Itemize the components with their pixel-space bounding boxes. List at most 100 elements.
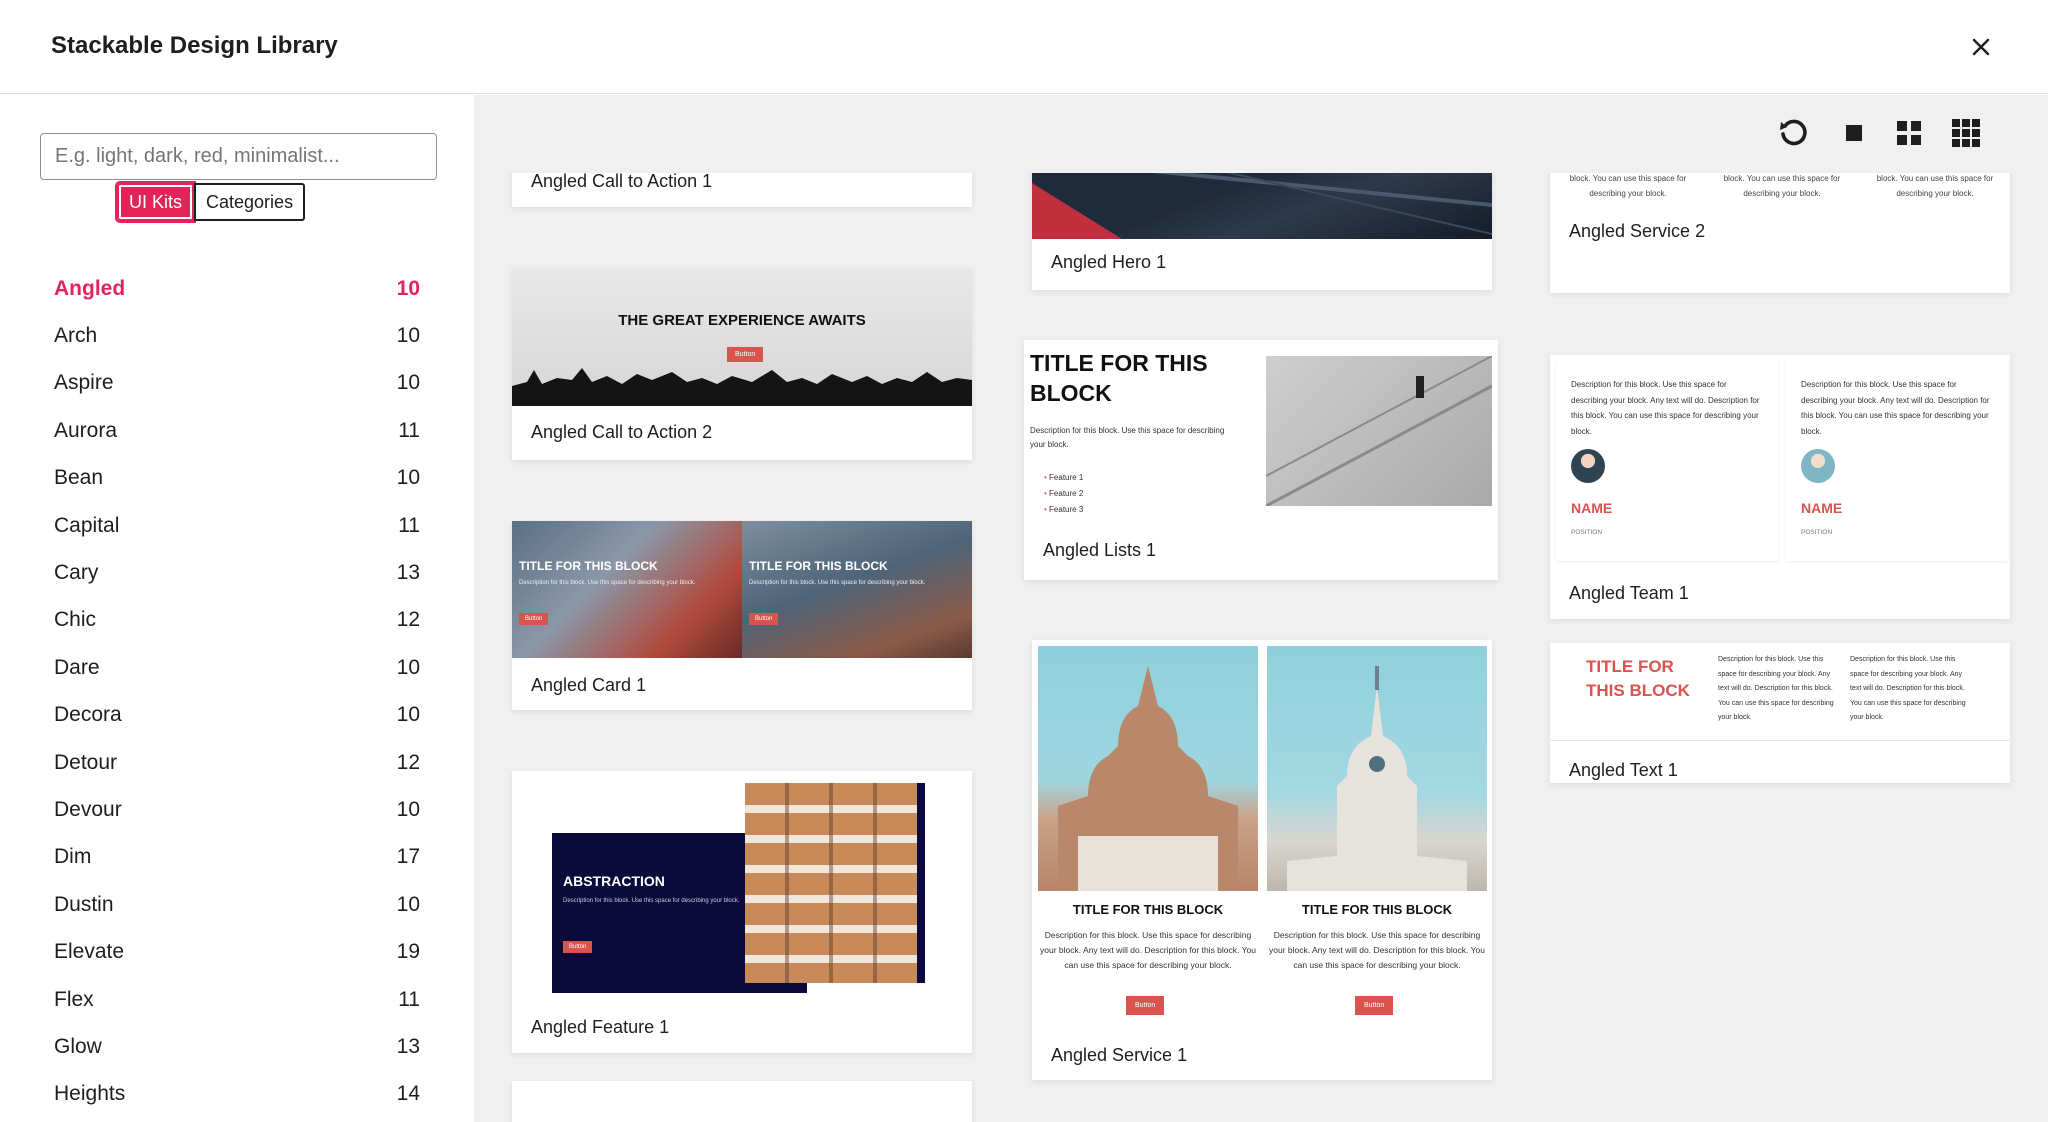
design-card-card1[interactable]: TITLE FOR THIS BLOCK Description for thi… xyxy=(512,521,972,710)
sidebar-item-dim[interactable]: Dim 17 xyxy=(54,834,420,881)
sidebar-item-label: Capital xyxy=(54,513,120,537)
staircase-image xyxy=(1266,356,1492,506)
sidebar-item-flex[interactable]: Flex 11 xyxy=(54,976,420,1023)
design-card-service2[interactable]: block. You can use this space for descri… xyxy=(1550,173,2010,293)
sidebar-item-count: 11 xyxy=(398,418,420,442)
preview-description: Description for this block. Use this spa… xyxy=(1040,930,1256,970)
preview-team-name: NAME xyxy=(1571,500,1613,516)
design-preview: Description for this block. Use this spa… xyxy=(1786,361,2008,561)
sidebar-item-label: Arch xyxy=(54,324,98,348)
sidebar: UI Kits Categories Angled 10 Arch 10 Aspire 1… xyxy=(0,95,474,1122)
single-column-button[interactable] xyxy=(1834,113,1874,153)
modal-header: Stackable Design Library xyxy=(0,0,2048,94)
sidebar-item-count: 10 xyxy=(396,892,420,916)
two-column-button[interactable] xyxy=(1889,113,1929,153)
design-card-team1[interactable]: Description for this block. Use this spa… xyxy=(1550,355,2010,619)
sidebar-item-detour[interactable]: Detour 12 xyxy=(54,739,420,786)
close-button[interactable] xyxy=(1960,26,2002,68)
preview-title: TITLE FOR THIS BLOCK xyxy=(519,559,658,573)
preview-team-position: POSITION xyxy=(1571,529,1603,536)
single-column-icon xyxy=(1846,125,1862,141)
preview-description: block. You can use this space for descri… xyxy=(1723,174,1841,198)
three-column-button[interactable] xyxy=(1946,113,1986,153)
search-input[interactable] xyxy=(40,133,437,180)
palace-image xyxy=(1267,646,1487,891)
design-preview xyxy=(1032,173,1492,239)
design-card-label: Angled Card 1 xyxy=(531,675,647,695)
sidebar-item-count: 10 xyxy=(396,466,420,490)
sidebar-item-count: 10 xyxy=(396,276,420,300)
sidebar-item-heights[interactable]: Heights 14 xyxy=(54,1071,420,1118)
preview-description: Description for this block. Use this spa… xyxy=(519,580,696,586)
avatar xyxy=(1571,449,1605,483)
sidebar-item-decora[interactable]: Decora 10 xyxy=(54,692,420,739)
sidebar-item-devour[interactable]: Devour 10 xyxy=(54,786,420,833)
design-card-label: Angled Service 1 xyxy=(1051,1045,1188,1065)
design-preview: Description for this block. Use this spa… xyxy=(1556,361,1778,561)
categories-toggle-button[interactable]: Categories xyxy=(194,183,306,221)
design-card-feature1[interactable]: ABSTRACTION Description for this block. … xyxy=(512,771,972,1053)
preview-title: TITLE FOR THIS BLOCK xyxy=(749,559,888,573)
preview-title: THE GREAT EXPERIENCE AWAITS xyxy=(618,312,866,329)
design-card-cta1[interactable]: Angled Call to Action 1 xyxy=(512,173,972,207)
refresh-button[interactable] xyxy=(1774,113,1814,153)
modal-title: Stackable Design Library xyxy=(51,32,338,59)
sidebar-item-label: Angled xyxy=(54,276,126,300)
sidebar-item-arch[interactable]: Arch 10 xyxy=(54,312,420,359)
preview-description: block. You can use this space for descri… xyxy=(1876,174,1994,198)
sidebar-item-label: Elevate xyxy=(54,940,125,964)
sidebar-item-elevate[interactable]: Elevate 19 xyxy=(54,928,420,975)
preview-button: Button xyxy=(519,613,549,625)
design-preview: TITLE FOR THIS BLOCK Description for thi… xyxy=(1038,646,1258,1026)
design-card-cta2[interactable]: THE GREAT EXPERIENCE AWAITS Button Angle… xyxy=(512,268,972,460)
ui-kits-toggle-button[interactable]: UI Kits xyxy=(114,181,197,223)
preview-description: Description for this block. Use this spa… xyxy=(563,898,740,904)
design-grid-panel: Angled Call to Action 1 THE GREAT EXPERI… xyxy=(474,95,2048,1122)
design-card-text1[interactable]: TITLE FOR THIS BLOCK Description for thi… xyxy=(1550,643,2010,783)
sidebar-item-capital[interactable]: Capital 11 xyxy=(54,502,420,549)
preview-description: Description for this block. Use this spa… xyxy=(1030,426,1225,449)
preview-description: Description for this block. Use this spa… xyxy=(1269,930,1485,970)
design-card-service1[interactable]: TITLE FOR THIS BLOCK Description for thi… xyxy=(1032,640,1492,1080)
preview-feature-list: • Feature 1 • Feature 2 • Feature 3 xyxy=(1044,470,1083,518)
preview-feature-item: • Feature 3 xyxy=(1044,502,1083,518)
design-card-label: Angled Text 1 xyxy=(1569,760,1678,780)
design-library-modal: Stackable Design Library UI Kits Categor… xyxy=(0,0,2048,1122)
preview-feature-label: Feature 3 xyxy=(1049,505,1084,514)
sidebar-item-count: 17 xyxy=(396,845,420,869)
preview-feature-label: Feature 1 xyxy=(1049,473,1084,482)
preview-description: Description for this block. Use this spa… xyxy=(1801,380,1990,436)
sidebar-item-chic[interactable]: Chic 12 xyxy=(54,597,420,644)
tree-silhouette-image xyxy=(512,368,972,406)
ui-kit-list: Angled 10 Arch 10 Aspire 10 Aurora 11 Bean 10 Capi… xyxy=(54,265,420,1118)
design-card-lists1[interactable]: TITLE FOR THIS BLOCK Description for thi… xyxy=(1024,340,1498,580)
cathedral-image xyxy=(1038,646,1258,891)
design-preview: TITLE FOR THIS BLOCK Description for thi… xyxy=(1550,643,2010,741)
sidebar-item-cary[interactable]: Cary 13 xyxy=(54,549,420,596)
preview-title: TITLE FOR THIS BLOCK xyxy=(1030,350,1208,406)
close-icon xyxy=(1972,38,1990,56)
sidebar-item-count: 14 xyxy=(396,1082,420,1106)
sidebar-item-aurora[interactable]: Aurora 11 xyxy=(54,407,420,454)
sidebar-item-aspire[interactable]: Aspire 10 xyxy=(54,360,420,407)
sidebar-item-label: Cary xyxy=(54,561,99,585)
sidebar-item-count: 10 xyxy=(396,324,420,348)
design-card-hero1[interactable]: Angled Hero 1 xyxy=(1032,173,1492,290)
sidebar-item-label: Aspire xyxy=(54,371,114,395)
sidebar-item-angled[interactable]: Angled 10 xyxy=(54,265,420,312)
sidebar-item-glow[interactable]: Glow 13 xyxy=(54,1023,420,1070)
balcony-image xyxy=(745,783,917,983)
design-preview: THE GREAT EXPERIENCE AWAITS Button xyxy=(512,268,972,406)
sidebar-item-count: 12 xyxy=(396,608,420,632)
sidebar-item-bean[interactable]: Bean 10 xyxy=(54,455,420,502)
preview-description: block. You can use this space for descri… xyxy=(1569,174,1687,198)
sidebar-item-dare[interactable]: Dare 10 xyxy=(54,644,420,691)
sidebar-item-dustin[interactable]: Dustin 10 xyxy=(54,881,420,928)
design-card-partial[interactable] xyxy=(512,1081,972,1122)
design-card-label: Angled Call to Action 1 xyxy=(531,173,713,191)
preview-title: ABSTRACTION xyxy=(563,873,665,889)
grid-toolbar xyxy=(474,95,2048,173)
sidebar-item-count: 10 xyxy=(396,655,420,679)
design-card-label: Angled Service 2 xyxy=(1569,221,1706,241)
sidebar-item-count: 10 xyxy=(396,797,420,821)
